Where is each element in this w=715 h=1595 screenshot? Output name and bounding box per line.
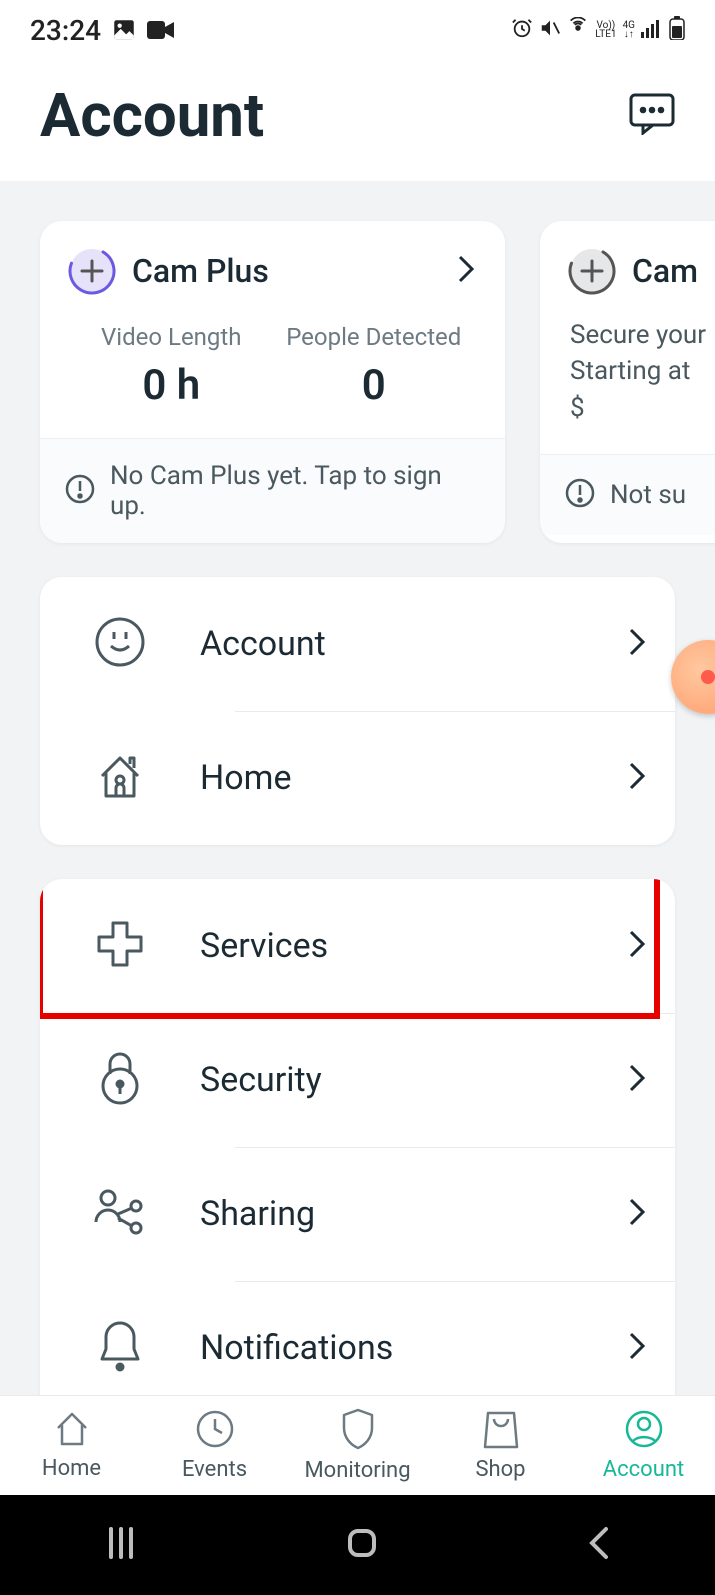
card-title: Cam Plus bbox=[132, 252, 439, 290]
menu-item-security[interactable]: Security bbox=[40, 1013, 675, 1147]
info-alert-icon bbox=[64, 473, 96, 509]
card-footer[interactable]: No Cam Plus yet. Tap to sign up. bbox=[40, 438, 505, 543]
status-bar: 23:24 Vo))LTE1 4G↓↑ bbox=[0, 0, 715, 60]
menu-group-settings: Services Security bbox=[40, 879, 675, 1396]
menu-label: Notifications bbox=[170, 1328, 629, 1368]
menu-item-notifications[interactable]: Notifications bbox=[40, 1281, 675, 1396]
tab-label: Monitoring bbox=[304, 1458, 410, 1483]
tab-shop[interactable]: Shop bbox=[429, 1396, 572, 1495]
alarm-icon bbox=[511, 17, 533, 43]
house-icon bbox=[94, 750, 146, 806]
hotspot-icon bbox=[567, 17, 589, 43]
android-recents-icon[interactable] bbox=[103, 1525, 139, 1565]
menu-label: Services bbox=[170, 926, 629, 966]
stat-label: People Detected bbox=[273, 323, 476, 351]
card-desc: Secure your Starting at $ bbox=[570, 317, 710, 426]
menu-label: Account bbox=[170, 624, 629, 664]
cam-plus-badge-icon bbox=[70, 249, 114, 293]
menu-item-services[interactable]: Services bbox=[40, 879, 675, 1013]
chevron-right-icon bbox=[629, 930, 645, 962]
status-time: 23:24 bbox=[30, 14, 101, 47]
home-icon bbox=[52, 1410, 92, 1452]
tab-events[interactable]: Events bbox=[143, 1396, 286, 1495]
chevron-right-icon bbox=[629, 1332, 645, 1364]
clock-icon bbox=[195, 1409, 235, 1453]
page-title: Account bbox=[40, 80, 264, 151]
volte-icon: Vo))LTE1 bbox=[595, 21, 616, 39]
cards-row[interactable]: Cam Plus Video Length 0 h People Detecte… bbox=[0, 221, 715, 543]
status-right: Vo))LTE1 4G↓↑ bbox=[511, 16, 685, 44]
card-title: Cam bbox=[632, 252, 710, 290]
smile-icon bbox=[94, 616, 146, 672]
shopping-bag-icon bbox=[482, 1409, 520, 1453]
chat-icon[interactable] bbox=[629, 93, 675, 139]
android-nav-bar bbox=[0, 1495, 715, 1595]
video-icon bbox=[147, 19, 175, 41]
lock-icon bbox=[98, 1050, 142, 1110]
menu-item-account[interactable]: Account bbox=[40, 577, 675, 711]
plus-cross-icon bbox=[93, 917, 147, 975]
tab-account[interactable]: Account bbox=[572, 1396, 715, 1495]
chevron-right-icon bbox=[629, 1198, 645, 1230]
page-body: Cam Plus Video Length 0 h People Detecte… bbox=[0, 181, 715, 1396]
signal-icon bbox=[641, 18, 663, 42]
page-header: Account bbox=[0, 60, 715, 181]
bottom-tab-bar: Home Events Monitoring Shop Account bbox=[0, 1395, 715, 1495]
info-alert-icon bbox=[564, 477, 596, 513]
tab-label: Home bbox=[42, 1456, 101, 1481]
chevron-right-icon bbox=[457, 254, 475, 288]
network-4g-icon: 4G↓↑ bbox=[623, 21, 635, 39]
stat-value: 0 bbox=[273, 361, 476, 410]
stat-value: 0 h bbox=[70, 361, 273, 410]
menu-item-home[interactable]: Home bbox=[40, 711, 675, 845]
image-icon bbox=[111, 17, 137, 43]
tab-label: Account bbox=[603, 1457, 684, 1482]
android-back-icon[interactable] bbox=[586, 1525, 612, 1565]
menu-item-sharing[interactable]: Sharing bbox=[40, 1147, 675, 1281]
shield-icon bbox=[340, 1408, 376, 1454]
cam-plus-card[interactable]: Cam Plus Video Length 0 h People Detecte… bbox=[40, 221, 505, 543]
menu-label: Security bbox=[170, 1060, 629, 1100]
tab-label: Events bbox=[182, 1457, 247, 1482]
menu-label: Home bbox=[170, 758, 629, 798]
menu-group-profile: Account Home bbox=[40, 577, 675, 845]
cam-badge-icon bbox=[570, 249, 614, 293]
cam-protect-card[interactable]: Cam Secure your Starting at $ Not su bbox=[540, 221, 715, 543]
record-dot-icon bbox=[701, 670, 715, 684]
share-people-icon bbox=[92, 1186, 148, 1242]
android-home-icon[interactable] bbox=[344, 1525, 380, 1565]
chevron-right-icon bbox=[629, 628, 645, 660]
mute-icon bbox=[539, 17, 561, 43]
card-footer[interactable]: Not su bbox=[540, 454, 715, 535]
battery-icon bbox=[669, 16, 685, 44]
card-footer-text: No Cam Plus yet. Tap to sign up. bbox=[110, 461, 481, 521]
chevron-right-icon bbox=[629, 762, 645, 794]
tab-home[interactable]: Home bbox=[0, 1396, 143, 1495]
card-footer-text: Not su bbox=[610, 480, 686, 510]
status-left: 23:24 bbox=[30, 14, 175, 47]
stat-people-detected: People Detected 0 bbox=[273, 323, 476, 410]
bell-icon bbox=[97, 1319, 143, 1377]
chevron-right-icon bbox=[629, 1064, 645, 1096]
tab-label: Shop bbox=[475, 1457, 525, 1482]
account-icon bbox=[624, 1409, 664, 1453]
stat-video-length: Video Length 0 h bbox=[70, 323, 273, 410]
stat-label: Video Length bbox=[70, 323, 273, 351]
menu-label: Sharing bbox=[170, 1194, 629, 1234]
tab-monitoring[interactable]: Monitoring bbox=[286, 1396, 429, 1495]
